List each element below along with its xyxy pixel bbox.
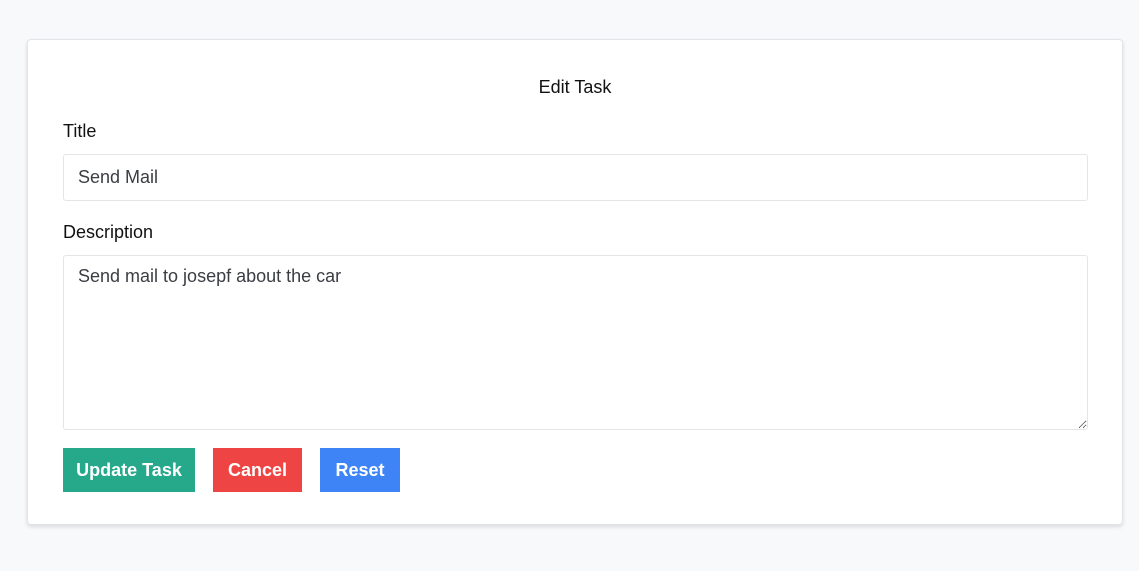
update-task-button[interactable]: Update Task <box>63 448 195 492</box>
title-label: Title <box>63 121 97 141</box>
cancel-button[interactable]: Cancel <box>213 448 302 492</box>
reset-button[interactable]: Reset <box>320 448 400 492</box>
description-textarea[interactable]: Send mail to josepf about the car <box>63 255 1088 430</box>
form-heading: Edit Task <box>538 77 612 97</box>
edit-task-card: Edit Task Title Description Send mail to… <box>27 39 1123 525</box>
title-input[interactable] <box>63 154 1088 201</box>
description-label: Description <box>63 222 154 242</box>
